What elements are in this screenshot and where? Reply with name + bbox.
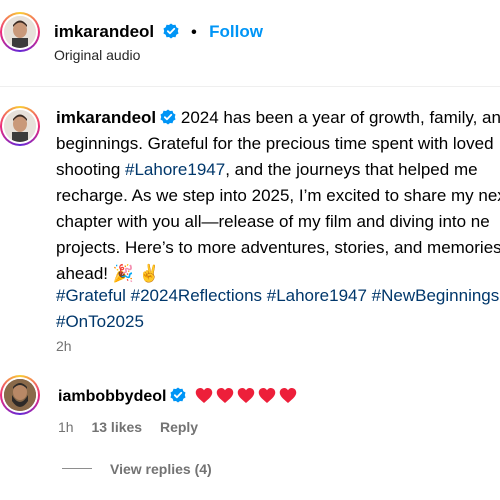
red-heart-icon	[258, 388, 276, 403]
hashtags-line[interactable]: #OnTo2025	[56, 309, 499, 335]
caption-line-1: imkarandeol 2024 has been a year of grow…	[56, 105, 500, 131]
verified-badge-icon	[160, 109, 176, 125]
view-replies-button[interactable]: View replies (4)	[110, 461, 212, 477]
header-title-row: imkarandeol • Follow	[54, 22, 263, 42]
post-timestamp[interactable]: 2h	[56, 338, 72, 354]
header-username[interactable]: imkarandeol	[54, 22, 154, 41]
red-heart-icon	[237, 388, 255, 403]
caption-username[interactable]: imkarandeol	[56, 108, 156, 127]
caption-text-line: beginnings. Grateful for the precious ti…	[56, 134, 494, 153]
comment-likes-count[interactable]: 13 likes	[91, 419, 142, 435]
caption-text-line: 2024 has been a year of growth, family, …	[180, 108, 500, 127]
hashtag-lahore1947-link[interactable]: #Lahore1947	[125, 160, 225, 179]
replies-line	[62, 468, 92, 469]
follow-button[interactable]: Follow	[209, 22, 263, 41]
verified-badge-icon	[163, 23, 179, 39]
red-heart-icon	[216, 388, 234, 403]
comment-hearts	[195, 388, 300, 405]
caption-text-line: chapter with you all—release of my film …	[56, 212, 490, 231]
comment-timestamp[interactable]: 1h	[58, 419, 74, 435]
header-avatar[interactable]	[0, 12, 40, 52]
reply-button[interactable]: Reply	[160, 419, 198, 435]
profile-photo	[4, 16, 36, 48]
caption-text-segment: shooting	[56, 160, 125, 179]
profile-photo	[4, 379, 36, 411]
original-audio-link[interactable]: Original audio	[54, 47, 140, 63]
post-avatar[interactable]	[0, 106, 40, 146]
red-heart-icon	[195, 388, 213, 403]
verified-badge-icon	[170, 387, 186, 403]
hashtags-line[interactable]: #Grateful #2024Reflections #Lahore1947 #…	[56, 283, 499, 309]
comment-meta: 1h 13 likes Reply	[58, 419, 198, 435]
comment-row: iambobbydeol	[58, 387, 300, 406]
separator-dot: •	[191, 24, 197, 41]
caption-text-segment: , and the journeys that helped me	[225, 160, 478, 179]
caption-text-line: recharge. As we step into 2025, I’m exci…	[56, 186, 500, 205]
caption-line-3: shooting #Lahore1947, and the journeys t…	[56, 157, 500, 183]
comment-avatar[interactable]	[0, 375, 40, 415]
header-divider	[0, 86, 500, 87]
profile-photo	[4, 110, 36, 142]
red-heart-icon	[279, 388, 297, 403]
caption-text-line: projects. Here’s to more adventures, sto…	[56, 238, 500, 257]
hashtag-block: #Grateful #2024Reflections #Lahore1947 #…	[56, 283, 499, 335]
comment-username[interactable]: iambobbydeol	[58, 388, 166, 405]
post-caption: imkarandeol 2024 has been a year of grow…	[56, 105, 500, 287]
